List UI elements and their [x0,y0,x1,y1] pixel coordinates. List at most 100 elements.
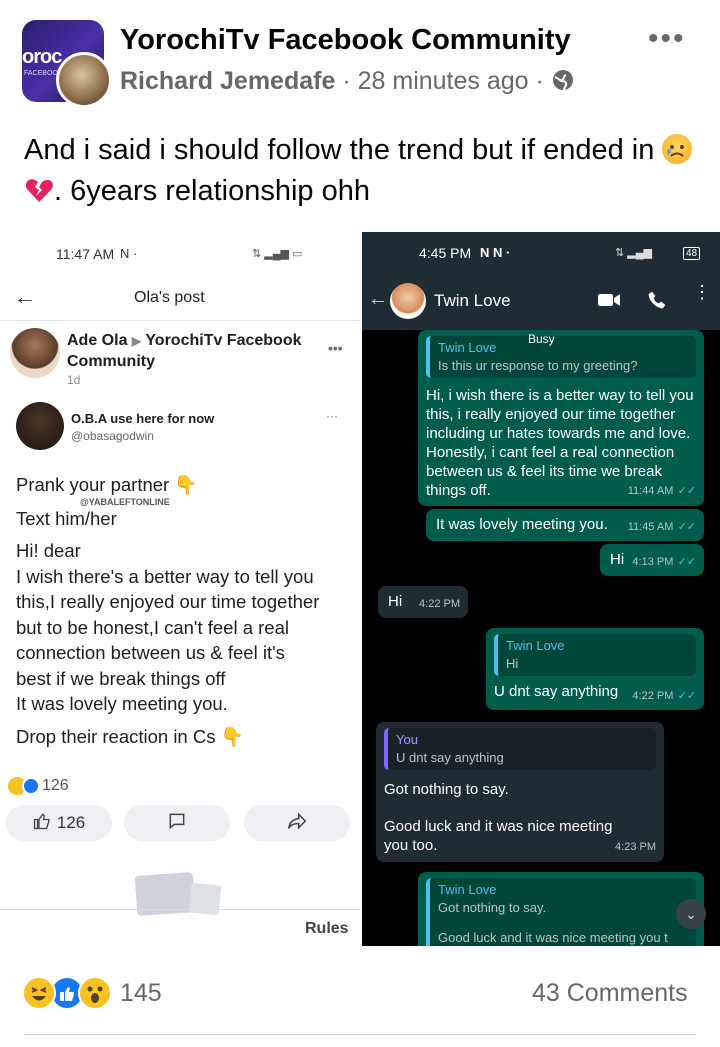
read-ticks-icon: ✓✓ [677,690,696,702]
ls-more-icon[interactable]: ••• [328,340,343,356]
quoted-message[interactable]: Twin Love Hi [494,634,696,676]
ls-poster-time: 1d [67,373,81,387]
ls-divider [0,320,360,321]
message-outgoing[interactable]: Twin Love Hi U dnt say anything 4:22 PM … [486,628,704,710]
message-outgoing[interactable]: Hi 4:13 PM ✓✓ [600,544,704,576]
arrow-right-icon: ▶ [131,334,142,348]
read-ticks-icon: ✓✓ [677,521,696,533]
share-button[interactable] [244,805,350,841]
message-meta: 11:44 AM ✓✓ [628,480,696,501]
reactions-count: 145 [120,978,162,1007]
author-name[interactable]: Richard Jemedafe [120,67,335,95]
quote-text: U dnt say anything [396,750,504,765]
battery-icon: 48 [683,247,701,260]
quoted-message[interactable]: Twin Love Is this ur response to my gree… [426,336,696,378]
quote-author: Twin Love [438,882,497,897]
phone-icon[interactable] [647,290,667,315]
busy-label: Busy [528,332,555,346]
quote-text: Is this ur response to my greeting? [438,358,638,373]
separator: · [342,67,351,95]
quoted-message[interactable]: You U dnt say anything [384,728,656,770]
quote-text: Hi [506,656,519,671]
oba-avatar[interactable] [16,402,64,450]
ls-poster-name[interactable]: Ade Ola [67,332,127,349]
haha-reaction-icon [22,976,56,1010]
ls-quoted-more-icon[interactable]: ··· [326,409,338,423]
rs-status-time: 4:45 PM [419,245,472,261]
group-name[interactable]: YorochiTv Facebook Community [120,24,571,57]
ls-line: I wish there's a better way to tell you [16,566,314,587]
ls-poster-group[interactable]: YorochiTv Facebook [145,332,301,349]
ls-signal-icons: ⇅ ▂▄▆ ▭ [252,248,303,260]
ls-line: It was lovely meeting you. [16,693,228,714]
message-time: 11:45 AM [627,521,674,533]
ls-line: best if we break things off [16,668,226,689]
more-icon[interactable]: ••• [648,22,686,56]
ls-poster-line: Ade Ola ▶ YorochiTv Facebook [67,332,302,350]
chat-menu-icon[interactable]: ⋮ [693,283,711,301]
message-time: 4:23 PM [615,841,656,853]
quote-author: Twin Love [506,638,565,653]
post-time[interactable]: 28 minutes ago [358,67,529,95]
quoted-message[interactable]: Twin Love Got nothing to say. Good luck … [426,878,696,950]
like-button[interactable]: 126 [6,805,112,841]
message-outgoing[interactable]: It was lovely meeting you. 11:45 AM ✓✓ [426,509,704,541]
quote-author: You [396,732,418,747]
contact-name[interactable]: Twin Love [434,291,511,311]
back-arrow-icon[interactable]: ← [368,288,388,311]
reaction-summary[interactable]: 145 [22,976,162,1010]
scroll-down-icon[interactable]: ⌄ [676,899,706,929]
rs-signal-icons: ⇅ ▂▄▆ [615,247,652,259]
ls-line: Drop their reaction in Cs 👇 [16,726,244,747]
message-incoming[interactable]: Hi 4:22 PM [378,586,468,618]
wow-reaction-icon [78,976,112,1010]
ls-status-icons: N · [120,246,138,261]
message-text: Hi [388,593,403,610]
separator: · [535,67,544,95]
message-time: 4:13 PM [632,556,674,568]
message-text: Got nothing to say. [384,781,509,798]
message-incoming[interactable]: You U dnt say anything Got nothing to sa… [376,722,664,862]
ls-quoted-name[interactable]: O.B.A use here for now [71,411,214,426]
ls-page-title: Ola's post [134,289,205,306]
rs-status-icons: N N · [480,245,511,260]
read-ticks-icon: ✓✓ [677,485,696,497]
group-logo-text: oroc [22,46,62,68]
ls-poster-group-2[interactable]: Community [67,353,155,371]
read-ticks-icon: ✓✓ [677,556,696,568]
sad-emoji-icon [662,134,693,164]
message-outgoing[interactable]: Twin Love Got nothing to say. Good luck … [418,872,704,952]
author-avatar[interactable] [56,52,112,108]
comment-button[interactable] [124,805,230,841]
ls-line: connection between us & feel it's [16,642,285,663]
ls-line: Hi! dear [16,540,81,561]
ls-reaction-count: 126 [42,777,69,794]
contact-avatar[interactable] [390,283,426,319]
quote-author: Twin Love [438,340,497,355]
caption-text-2: . 6years relationship ohh [54,175,370,207]
video-call-icon[interactable] [597,290,621,315]
like-icon [33,812,51,835]
back-arrow-icon[interactable]: ← [14,284,36,310]
rules-link[interactable]: Rules [305,920,349,938]
message-text: Good luck and it was nice meeting you to… [384,818,613,854]
comments-count[interactable]: 43 Comments [532,979,688,1008]
message-outgoing[interactable]: Twin Love Is this ur response to my gree… [418,330,704,506]
ls-reaction-summary[interactable]: 126 [8,777,69,795]
message-time: 4:22 PM [419,598,460,610]
ls-watermark: @YABALEFTONLINE [80,497,170,507]
ls-status-time: 11:47 AM [56,246,115,262]
ade-ola-avatar[interactable] [10,328,60,378]
share-icon [287,811,307,836]
post-caption: And i said i should follow the trend but… [24,130,704,212]
message-text: Hi [610,551,625,568]
quote-text: Got nothing to say. [438,900,547,915]
globe-icon [551,68,575,99]
like-count: 126 [56,813,86,832]
message-time: 4:22 PM [632,690,674,702]
quote-text: Good luck and it was nice meeting you t [438,930,668,945]
ls-line: Prank your partner 👇 [16,474,198,495]
like-reaction-icon [22,777,40,795]
broken-heart-icon [24,175,54,205]
caption-text-1: And i said i should follow the trend but… [24,134,655,166]
